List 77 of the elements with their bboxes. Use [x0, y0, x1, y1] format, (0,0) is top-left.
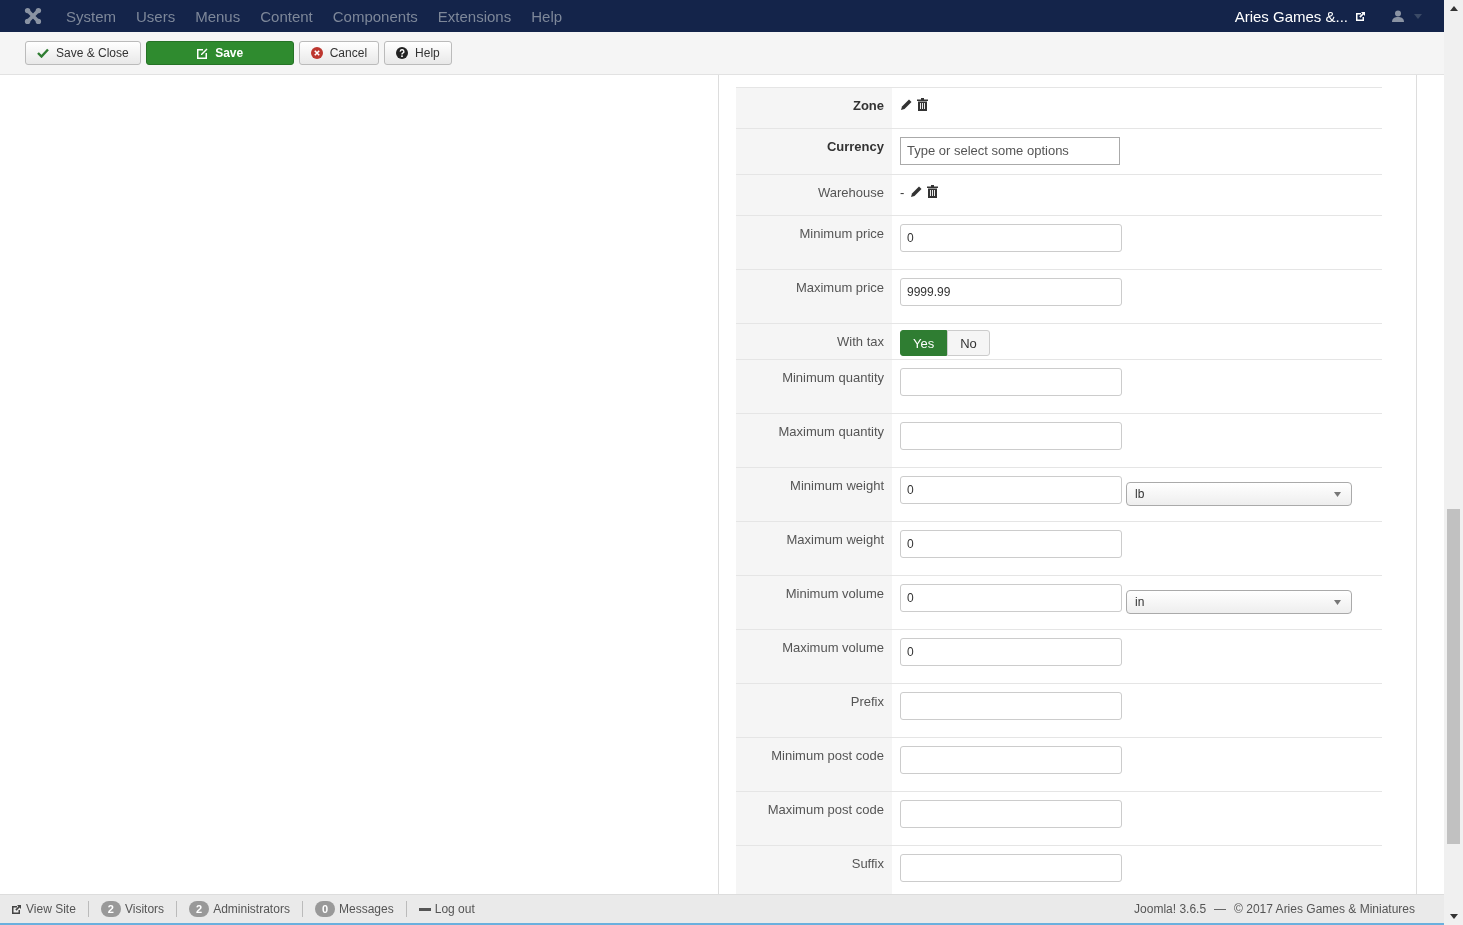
- minus-icon: [418, 907, 431, 911]
- status-link[interactable]: Visitors: [124, 902, 165, 916]
- input-field[interactable]: 0: [900, 476, 1122, 504]
- check-icon: [37, 48, 49, 58]
- field-label: With tax: [837, 334, 884, 349]
- edit-icon: [196, 47, 209, 59]
- input-field[interactable]: [900, 746, 1122, 774]
- menu-item[interactable]: Help: [531, 7, 563, 25]
- count-badge: 2: [189, 901, 210, 917]
- external-link-icon: [11, 903, 22, 915]
- field-label: Minimum quantity: [782, 370, 884, 385]
- input-field[interactable]: [900, 422, 1122, 450]
- menu-item[interactable]: Menus: [195, 7, 241, 25]
- input-field[interactable]: 0: [900, 530, 1122, 558]
- field-label: Zone: [852, 98, 884, 113]
- field-label: Maximum quantity: [778, 424, 884, 439]
- field-label: Maximum volume: [782, 640, 884, 655]
- toolbar-button[interactable]: Save & Close: [25, 41, 141, 65]
- help-icon: [396, 47, 409, 59]
- user-icon[interactable]: [1392, 10, 1404, 22]
- version-text: Joomla! 3.6.5: [1134, 902, 1207, 916]
- menu-item[interactable]: Components: [332, 7, 418, 25]
- cancel-icon: [310, 47, 323, 59]
- field-label: Maximum price: [795, 280, 884, 295]
- field-label: Prefix: [850, 694, 884, 709]
- input-field[interactable]: [900, 854, 1122, 882]
- input-field[interactable]: 0: [900, 584, 1122, 612]
- select-field[interactable]: Type or select some options: [900, 137, 1120, 165]
- menu-item[interactable]: System: [66, 7, 116, 25]
- field-label: Maximum post code: [767, 802, 884, 817]
- logout-link[interactable]: Log out: [434, 902, 475, 916]
- field-label: Currency: [826, 139, 884, 154]
- menu-item[interactable]: Users: [136, 7, 176, 25]
- input-field[interactable]: [900, 692, 1122, 720]
- toolbar-button[interactable]: Cancel: [298, 41, 380, 65]
- input-field[interactable]: [900, 368, 1122, 396]
- unit-dropdown[interactable]: lb: [1126, 482, 1352, 506]
- site-link[interactable]: Aries Games &...: [1234, 7, 1348, 25]
- status-link[interactable]: Messages: [339, 902, 394, 916]
- count-badge: 0: [314, 901, 335, 917]
- unit-dropdown[interactable]: in: [1126, 590, 1352, 614]
- caret-icon[interactable]: [1414, 13, 1422, 19]
- status-link[interactable]: Administrators: [213, 902, 290, 916]
- input-field[interactable]: 9999.99: [900, 278, 1122, 306]
- trash-icon[interactable]: [927, 185, 939, 198]
- field-label: Maximum weight: [786, 532, 884, 547]
- trash-icon[interactable]: [917, 98, 928, 111]
- logo-icon[interactable]: [24, 7, 42, 25]
- external-link-icon: [1355, 10, 1366, 22]
- scrollbar-thumb[interactable]: [1447, 509, 1460, 844]
- field-label: Minimum post code: [771, 748, 884, 763]
- toggle-option[interactable]: Yes: [900, 330, 948, 356]
- input-field[interactable]: 0: [900, 224, 1122, 252]
- field-value: -: [900, 185, 905, 200]
- input-field[interactable]: 0: [900, 638, 1122, 666]
- edit-icon[interactable]: [910, 185, 924, 198]
- view-site-link[interactable]: View Site: [26, 902, 76, 916]
- scrollbar[interactable]: [1444, 0, 1463, 925]
- toolbar-button[interactable]: Help: [384, 41, 452, 65]
- edit-icon[interactable]: [900, 98, 913, 111]
- menu-item[interactable]: Content: [260, 7, 313, 25]
- caret-icon: [1334, 491, 1341, 497]
- separator-text: —: [1214, 902, 1227, 916]
- toggle-option[interactable]: No: [947, 330, 990, 356]
- field-label: Minimum weight: [790, 478, 884, 493]
- caret-icon: [1334, 599, 1341, 605]
- input-field[interactable]: [900, 800, 1122, 828]
- field-label: Suffix: [851, 856, 884, 871]
- field-label: Minimum price: [799, 226, 884, 241]
- scroll-down-icon[interactable]: [1449, 914, 1458, 919]
- toolbar-button[interactable]: Save: [145, 41, 294, 65]
- field-label: Warehouse: [818, 185, 884, 200]
- scroll-up-icon[interactable]: [1449, 6, 1458, 11]
- menu-item[interactable]: Extensions: [437, 7, 512, 25]
- field-label: Minimum volume: [785, 586, 884, 601]
- count-badge: 2: [100, 901, 121, 917]
- copyright-text: © 2017 Aries Games & Miniatures: [1234, 902, 1415, 916]
